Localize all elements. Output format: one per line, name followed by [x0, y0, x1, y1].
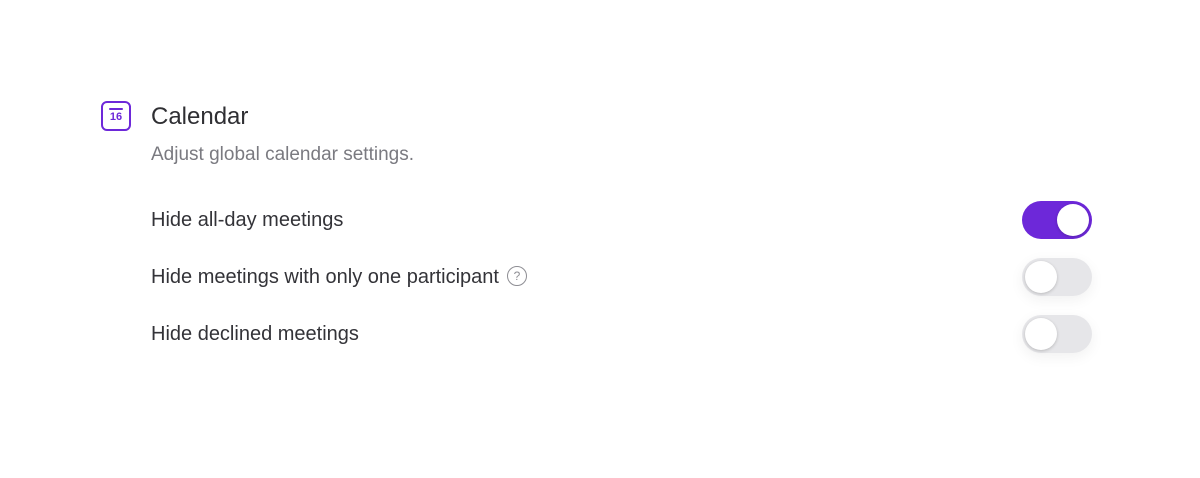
- setting-row-hide-one-participant: Hide meetings with only one participant?: [151, 257, 1092, 297]
- toggle-knob: [1025, 318, 1057, 350]
- toggle-knob: [1025, 261, 1057, 293]
- setting-label-hide-declined: Hide declined meetings: [151, 323, 359, 345]
- setting-row-hide-all-day: Hide all-day meetings: [151, 200, 1092, 240]
- setting-label-text: Hide meetings with only one participant: [151, 266, 499, 288]
- setting-label-hide-one-participant: Hide meetings with only one participant?: [151, 263, 527, 291]
- section-subtitle: Adjust global calendar settings.: [151, 144, 414, 165]
- setting-label-hide-all-day: Hide all-day meetings: [151, 209, 344, 231]
- calendar-settings-section: 16 Calendar Adjust global calendar setti…: [0, 0, 1200, 478]
- toggle-knob: [1057, 204, 1089, 236]
- calendar-icon: 16: [101, 101, 131, 131]
- setting-row-hide-declined: Hide declined meetings: [151, 314, 1092, 354]
- toggle-hide-one-participant[interactable]: [1022, 258, 1092, 296]
- section-title: Calendar: [151, 103, 249, 130]
- question-circle-icon[interactable]: ?: [506, 266, 527, 287]
- toggle-hide-all-day[interactable]: [1022, 201, 1092, 239]
- toggle-hide-declined[interactable]: [1022, 315, 1092, 353]
- calendar-icon-day: 16: [109, 111, 123, 123]
